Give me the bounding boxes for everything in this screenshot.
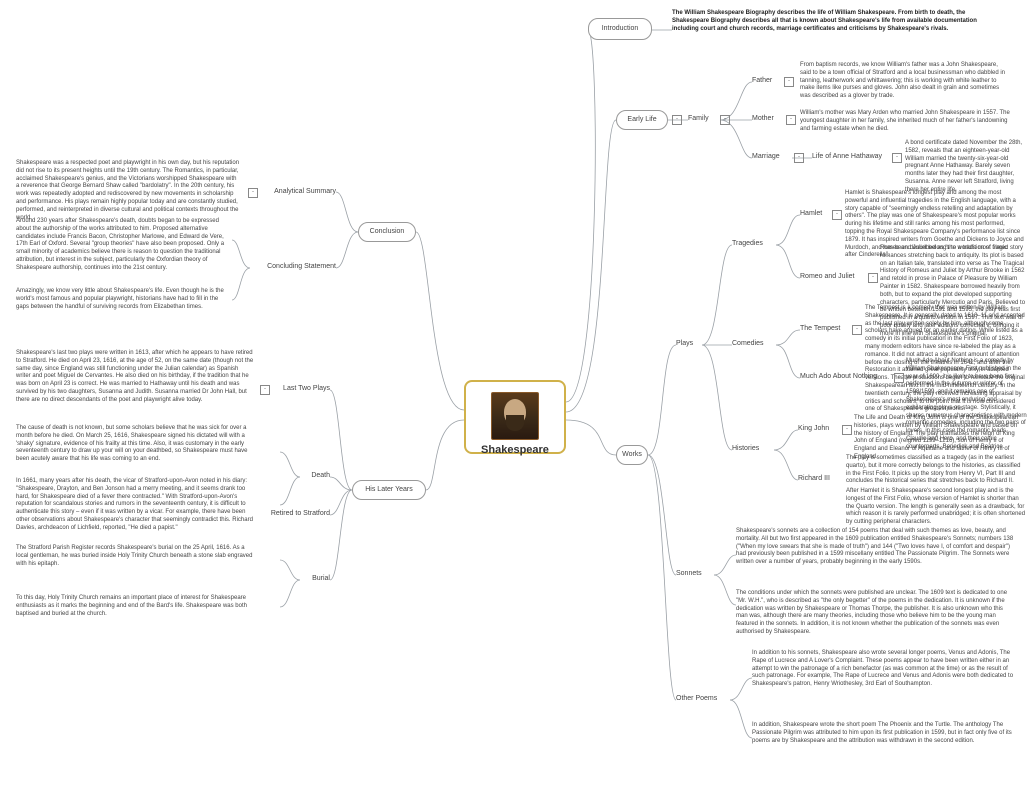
burial-text-b: To this day, Holy Trinity Church remains… bbox=[16, 595, 254, 618]
collapse-icon[interactable]: - bbox=[894, 373, 904, 383]
burial-node[interactable]: Burial bbox=[300, 575, 330, 584]
conclusion-label: Conclusion bbox=[370, 228, 405, 237]
retired-node[interactable]: Retired to Stratford bbox=[252, 510, 330, 519]
king-john-node[interactable]: King John bbox=[798, 425, 829, 434]
marriage-node[interactable]: Marriage bbox=[752, 153, 780, 162]
later-years-node[interactable]: His Later Years bbox=[352, 480, 426, 500]
collapse-icon[interactable]: - bbox=[720, 115, 730, 125]
introduction-node[interactable]: Introduction bbox=[588, 18, 652, 40]
comedies-node[interactable]: Comedies bbox=[732, 340, 764, 349]
concluding-text-a: Around 230 years after Shakespeare's dea… bbox=[16, 218, 232, 273]
much-ado-node[interactable]: Much Ado About Nothing bbox=[800, 373, 877, 382]
father-node[interactable]: Father bbox=[752, 77, 772, 86]
richard-main-text: The play is sometimes classified as a tr… bbox=[846, 455, 1026, 486]
early-life-label: Early Life bbox=[627, 116, 656, 125]
shakespeare-portrait bbox=[491, 392, 539, 440]
works-node[interactable]: Works bbox=[616, 445, 648, 465]
romeo-node[interactable]: Romeo and Juliet bbox=[800, 273, 854, 282]
sonnets-text-b: The conditions under which the sonnets w… bbox=[736, 590, 1016, 637]
anne-hathaway-node[interactable]: Life of Anne Hathaway bbox=[812, 153, 882, 162]
collapse-icon[interactable]: - bbox=[260, 385, 270, 395]
early-life-node[interactable]: Early Life bbox=[616, 110, 668, 130]
richard-text: After Hamlet it is Shakespeare's second … bbox=[846, 488, 1026, 527]
sonnets-node[interactable]: Sonnets bbox=[676, 570, 702, 579]
plays-node[interactable]: Plays bbox=[676, 340, 693, 349]
family-node[interactable]: Family bbox=[688, 115, 709, 124]
introduction-label: Introduction bbox=[602, 25, 639, 34]
root-label: Shakespeare bbox=[466, 444, 564, 458]
root-node[interactable]: Shakespeare bbox=[464, 380, 566, 454]
marriage-text: A bond certificate dated November the 28… bbox=[905, 140, 1025, 195]
collapse-icon[interactable]: - bbox=[786, 115, 796, 125]
last-two-plays-text: Shakespeare's last two plays were writte… bbox=[16, 350, 254, 405]
mother-node[interactable]: Mother bbox=[752, 115, 774, 124]
hamlet-node[interactable]: Hamlet bbox=[800, 210, 822, 219]
sonnets-text-a: Shakespeare's sonnets are a collection o… bbox=[736, 528, 1016, 567]
death-text-a: The cause of death is not known, but som… bbox=[16, 425, 254, 464]
collapse-icon[interactable]: - bbox=[868, 273, 878, 283]
other-poems-text-b: In addition, Shakespeare wrote the short… bbox=[752, 722, 1022, 745]
tragedies-node[interactable]: Tragedies bbox=[732, 240, 763, 249]
histories-node[interactable]: Histories bbox=[732, 445, 759, 454]
analytical-summary-node[interactable]: Analytical Summary bbox=[258, 188, 336, 197]
collapse-icon[interactable]: - bbox=[784, 77, 794, 87]
other-poems-text-a: In addition to his sonnets, Shakespeare … bbox=[752, 650, 1022, 689]
concluding-text-b: Amazingly, we know very little about Sha… bbox=[16, 288, 232, 311]
richard-node[interactable]: Richard III bbox=[798, 475, 830, 484]
collapse-icon[interactable]: - bbox=[842, 425, 852, 435]
last-two-plays-node[interactable]: Last Two Plays bbox=[270, 385, 330, 394]
later-years-label: His Later Years bbox=[365, 486, 412, 495]
tempest-node[interactable]: The Tempest bbox=[800, 325, 840, 334]
burial-text-a: The Stratford Parish Register records Sh… bbox=[16, 545, 254, 568]
collapse-icon[interactable]: - bbox=[794, 153, 804, 163]
death-text-b: In 1661, many years after his death, the… bbox=[16, 478, 254, 533]
collapse-icon[interactable]: - bbox=[248, 188, 258, 198]
father-text: From baptism records, we know William's … bbox=[800, 62, 1010, 101]
collapse-icon[interactable]: - bbox=[832, 210, 842, 220]
collapse-icon[interactable]: - bbox=[892, 153, 902, 163]
collapse-icon[interactable]: - bbox=[672, 115, 682, 125]
mindmap-canvas[interactable]: Shakespeare Introduction The William Sha… bbox=[0, 0, 1030, 800]
mother-text: William's mother was Mary Arden who marr… bbox=[800, 110, 1010, 133]
concluding-statement-node[interactable]: Concluding Statement bbox=[250, 263, 336, 272]
other-poems-node[interactable]: Other Poems bbox=[676, 695, 717, 704]
collapse-icon[interactable]: - bbox=[852, 325, 862, 335]
works-label: Works bbox=[622, 451, 642, 460]
analytical-summary-text: Shakespeare was a respected poet and pla… bbox=[16, 160, 240, 222]
introduction-text: The William Shakespeare Biography descri… bbox=[672, 10, 992, 33]
conclusion-node[interactable]: Conclusion bbox=[358, 222, 416, 242]
death-node[interactable]: Death bbox=[300, 472, 330, 481]
